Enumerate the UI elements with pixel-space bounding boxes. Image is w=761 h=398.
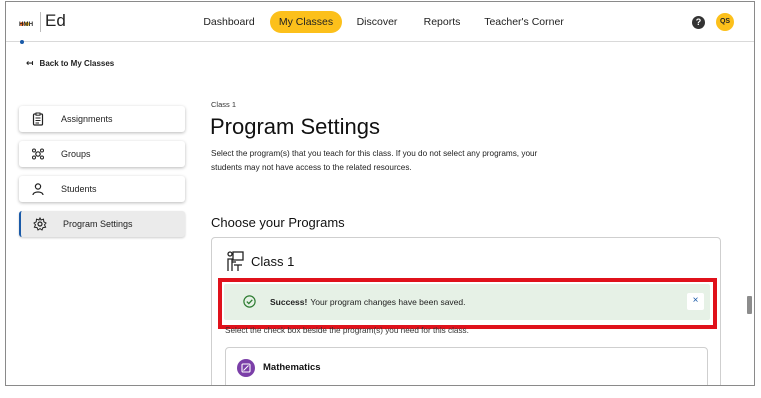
sidebar-item-students[interactable]: Students [19,176,185,202]
app-window: HMH Ed Dashboard My Classes Discover Rep… [5,1,755,386]
logo-divider [40,12,41,32]
arrow-left-icon: ↤ [26,58,34,68]
person-icon [32,183,44,196]
nav-discover[interactable]: Discover [350,11,404,33]
nav-teachers-corner[interactable]: Teacher's Corner [480,11,568,33]
page-description: Select the program(s) that you teach for… [211,149,538,172]
logo-dots [20,13,34,44]
program-label: Mathematics [263,362,321,373]
question-circle-icon[interactable]: ? [692,16,705,29]
sidebar-item-assignments[interactable]: Assignments [19,106,185,132]
nav-my-classes[interactable]: My Classes [270,11,342,33]
scrollbar-thumb[interactable] [747,296,752,314]
program-instructions: Select the check box beside the program(… [225,326,469,335]
sidebar-item-program-settings[interactable]: Program Settings [19,211,185,237]
nav-dashboard[interactable]: Dashboard [192,11,266,33]
sidebar-item-label: Groups [61,149,91,159]
class-programs-card: Class 1 Success! Your program changes hav… [211,237,721,385]
breadcrumb: Class 1 [211,100,237,109]
user-avatar[interactable]: QS [716,13,734,31]
back-to-classes-link[interactable]: ↤ Back to My Classes [26,58,114,69]
program-item-mathematics[interactable]: Mathematics [225,347,708,385]
section-title: Choose your Programs [211,215,345,230]
hmh-ed-logo[interactable]: HMH Ed [18,10,78,44]
back-link-label: Back to My Classes [39,59,115,68]
sidebar-item-label: Program Settings [63,219,133,229]
math-icon [237,359,255,377]
clipboard-icon [32,112,44,126]
top-navigation-bar: HMH Ed Dashboard My Classes Discover Rep… [6,2,754,44]
gear-icon [33,217,47,231]
logo-hmh-text: HMH [19,22,34,28]
nav-reports[interactable]: Reports [416,11,468,33]
sidebar-item-label: Students [61,184,97,194]
classroom-icon [227,251,244,271]
groups-icon [32,148,44,160]
highlight-box [218,278,717,329]
sidebar-item-label: Assignments [61,114,113,124]
logo-ed-text: Ed [45,11,66,30]
class-card-title: Class 1 [251,254,295,269]
sidebar-item-groups[interactable]: Groups [19,141,185,167]
page-title: Program Settings [210,114,380,139]
